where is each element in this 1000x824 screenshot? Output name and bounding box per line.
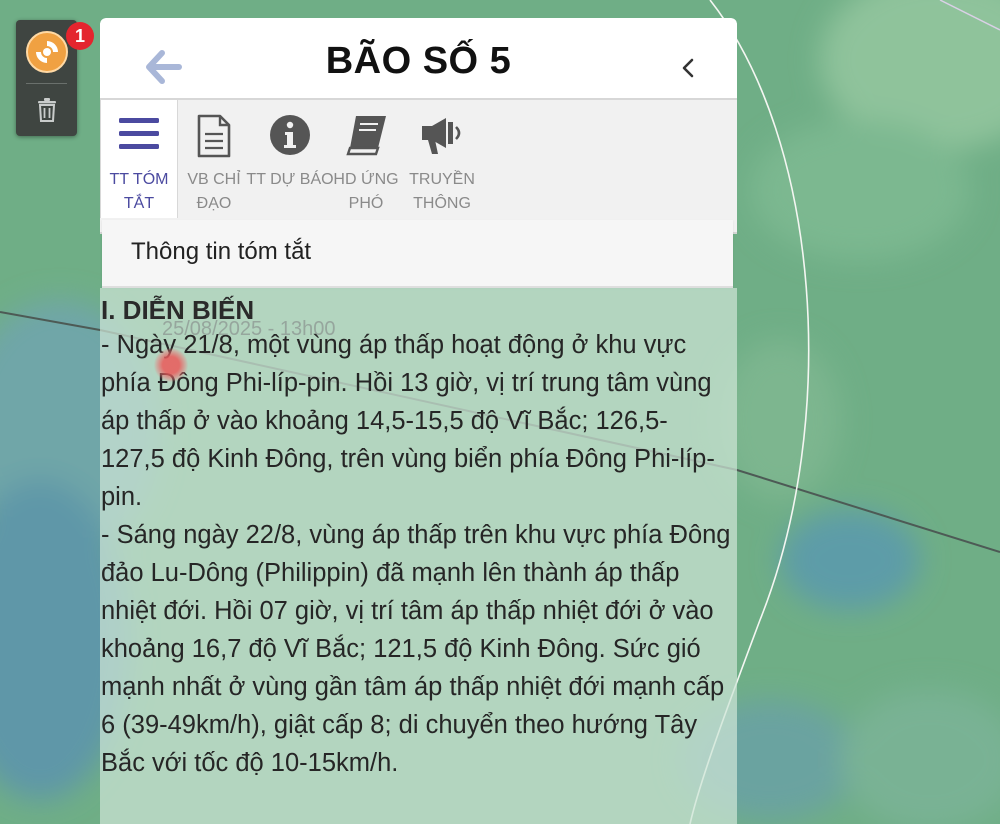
back-button[interactable]	[146, 50, 182, 84]
toolbar-divider	[26, 83, 67, 84]
tab-communication[interactable]: TRUYỀN THÔNG	[404, 100, 480, 218]
section-header: Thông tin tóm tắt	[102, 220, 733, 288]
storm-info-panel: BÃO SỐ 5 TT TÓM TẮT VB CHỈ ĐẠO TT DỰ BÁO…	[100, 18, 737, 824]
trash-icon	[37, 98, 56, 122]
collapse-panel-button[interactable]	[678, 56, 698, 80]
panel-title: BÃO SỐ 5	[325, 40, 512, 82]
tab-directive-documents[interactable]: VB CHỈ ĐẠO	[176, 100, 252, 218]
notification-badge: 1	[66, 22, 94, 50]
summary-content[interactable]: 25/08/2025 - 13h00 I. DIỄN BIẾN - Ngày 2…	[100, 288, 737, 824]
map-toolbar: 1	[16, 20, 94, 136]
chevron-left-icon	[682, 58, 694, 78]
storm-icon	[25, 31, 68, 73]
back-arrow-icon	[146, 50, 182, 84]
content-paragraph: - Sáng ngày 22/8, vùng áp thấp trên khu …	[101, 521, 731, 777]
document-icon	[197, 114, 231, 158]
tab-bar: TT TÓM TẮT VB CHỈ ĐẠO TT DỰ BÁO HD ỨNG P…	[100, 100, 737, 234]
info-icon	[270, 115, 310, 155]
content-paragraph: - Ngày 21/8, một vùng áp thấp hoạt động …	[101, 331, 715, 511]
megaphone-icon	[422, 118, 461, 154]
tab-label: TRUYỀN THÔNG	[409, 171, 475, 212]
delete-button[interactable]	[16, 90, 77, 130]
tab-response-guide[interactable]: HD ỨNG PHÓ	[328, 100, 404, 218]
hamburger-menu-icon	[119, 118, 159, 149]
tab-forecast-info[interactable]: TT DỰ BÁO	[246, 100, 334, 218]
storm-position-marker[interactable]	[154, 348, 188, 382]
content-heading: I. DIỄN BIẾN	[101, 295, 255, 325]
section-title: Thông tin tóm tắt	[131, 238, 312, 265]
book-icon	[346, 116, 386, 156]
tab-summary[interactable]: TT TÓM TẮT	[100, 100, 178, 218]
panel-header: BÃO SỐ 5	[100, 18, 737, 100]
